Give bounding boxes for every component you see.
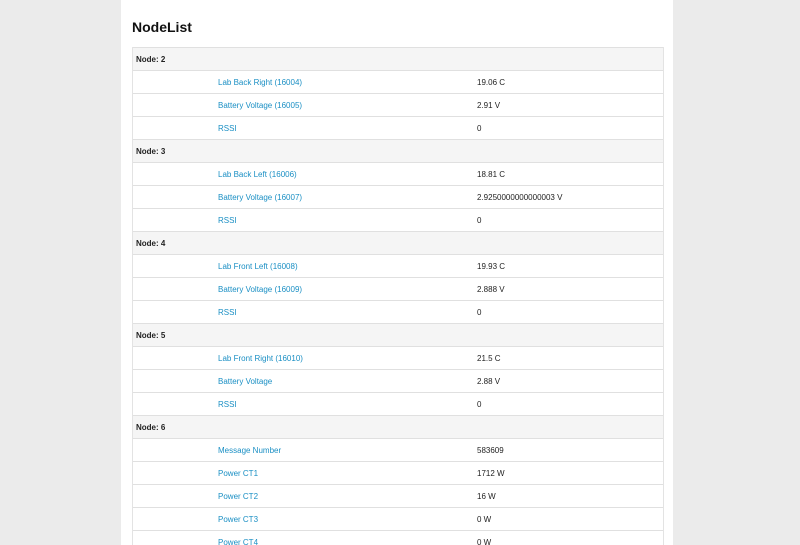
sensor-value: 2.88 V <box>477 377 501 386</box>
sensor-row: Battery Voltage 2.88 V <box>133 369 663 392</box>
sensor-row: Battery Voltage (16007) 2.925000000000000… <box>133 185 663 208</box>
node-header: Node: 4 <box>133 231 663 254</box>
sensor-name-link[interactable]: RSSI <box>218 209 237 232</box>
node-header: Node: 5 <box>133 323 663 346</box>
sensor-row: Power CT2 16 W <box>133 484 663 507</box>
sensor-name-link[interactable]: Lab Front Left (16008) <box>218 255 298 278</box>
sensor-name-link[interactable]: Power CT4 <box>218 531 258 545</box>
node-header: Node: 3 <box>133 139 663 162</box>
sensor-name-link[interactable]: Battery Voltage (16009) <box>218 278 302 301</box>
sensor-row: Message Number 583609 <box>133 438 663 461</box>
sensor-name-link[interactable]: Power CT1 <box>218 462 258 485</box>
node-header: Node: 2 <box>133 47 663 70</box>
sensor-row: Power CT4 0 W <box>133 530 663 545</box>
sensor-value: 19.93 C <box>477 262 506 271</box>
sensor-value: 19.06 C <box>477 78 506 87</box>
sensor-row: RSSI 0 <box>133 300 663 323</box>
node-list-table: Node: 2 Lab Back Right (16004) 19.06 C Batt… <box>132 47 664 545</box>
sensor-name-link[interactable]: RSSI <box>218 301 237 324</box>
sensor-value: 0 W <box>477 538 492 545</box>
sensor-value: 0 W <box>477 515 492 524</box>
sensor-row: Battery Voltage (16009) 2.888 V <box>133 277 663 300</box>
sensor-name-link[interactable]: Lab Front Right (16010) <box>218 347 303 370</box>
sensor-row: Power CT3 0 W <box>133 507 663 530</box>
sensor-name-link[interactable]: Power CT3 <box>218 508 258 531</box>
sensor-value: 583609 <box>477 446 504 455</box>
sensor-name-link[interactable]: Power CT2 <box>218 485 258 508</box>
node-header: Node: 6 <box>133 415 663 438</box>
sensor-row: RSSI 0 <box>133 392 663 415</box>
sensor-row: RSSI 0 <box>133 208 663 231</box>
sensor-name-link[interactable]: Battery Voltage (16005) <box>218 94 302 117</box>
sensor-row: Battery Voltage (16005) 2.91 V <box>133 93 663 116</box>
sensor-value: 0 <box>477 216 482 225</box>
sensor-name-link[interactable]: RSSI <box>218 393 237 416</box>
sensor-value: 0 <box>477 400 482 409</box>
sensor-row: Lab Front Right (16010) 21.5 C <box>133 346 663 369</box>
sensor-value: 2.888 V <box>477 285 505 294</box>
sensor-value: 0 <box>477 124 482 133</box>
sensor-value: 0 <box>477 308 482 317</box>
sensor-value: 2.9250000000000003 V <box>477 193 563 202</box>
sensor-row: Lab Back Left (16006) 18.81 C <box>133 162 663 185</box>
page-container: NodeList Node: 2 Lab Back Right (16004) 19… <box>121 0 673 545</box>
sensor-value: 2.91 V <box>477 101 501 110</box>
sensor-row: RSSI 0 <box>133 116 663 139</box>
sensor-value: 21.5 C <box>477 354 501 363</box>
sensor-name-link[interactable]: Message Number <box>218 439 281 462</box>
sensor-name-link[interactable]: Battery Voltage <box>218 370 272 393</box>
sensor-name-link[interactable]: Battery Voltage (16007) <box>218 186 302 209</box>
sensor-name-link[interactable]: Lab Back Left (16006) <box>218 163 297 186</box>
page-title: NodeList <box>132 19 192 35</box>
sensor-row: Lab Back Right (16004) 19.06 C <box>133 70 663 93</box>
sensor-value: 18.81 C <box>477 170 506 179</box>
sensor-value: 1712 W <box>477 469 505 478</box>
sensor-name-link[interactable]: RSSI <box>218 117 237 140</box>
sensor-row: Lab Front Left (16008) 19.93 C <box>133 254 663 277</box>
sensor-row: Power CT1 1712 W <box>133 461 663 484</box>
sensor-name-link[interactable]: Lab Back Right (16004) <box>218 71 302 94</box>
sensor-value: 16 W <box>477 492 496 501</box>
